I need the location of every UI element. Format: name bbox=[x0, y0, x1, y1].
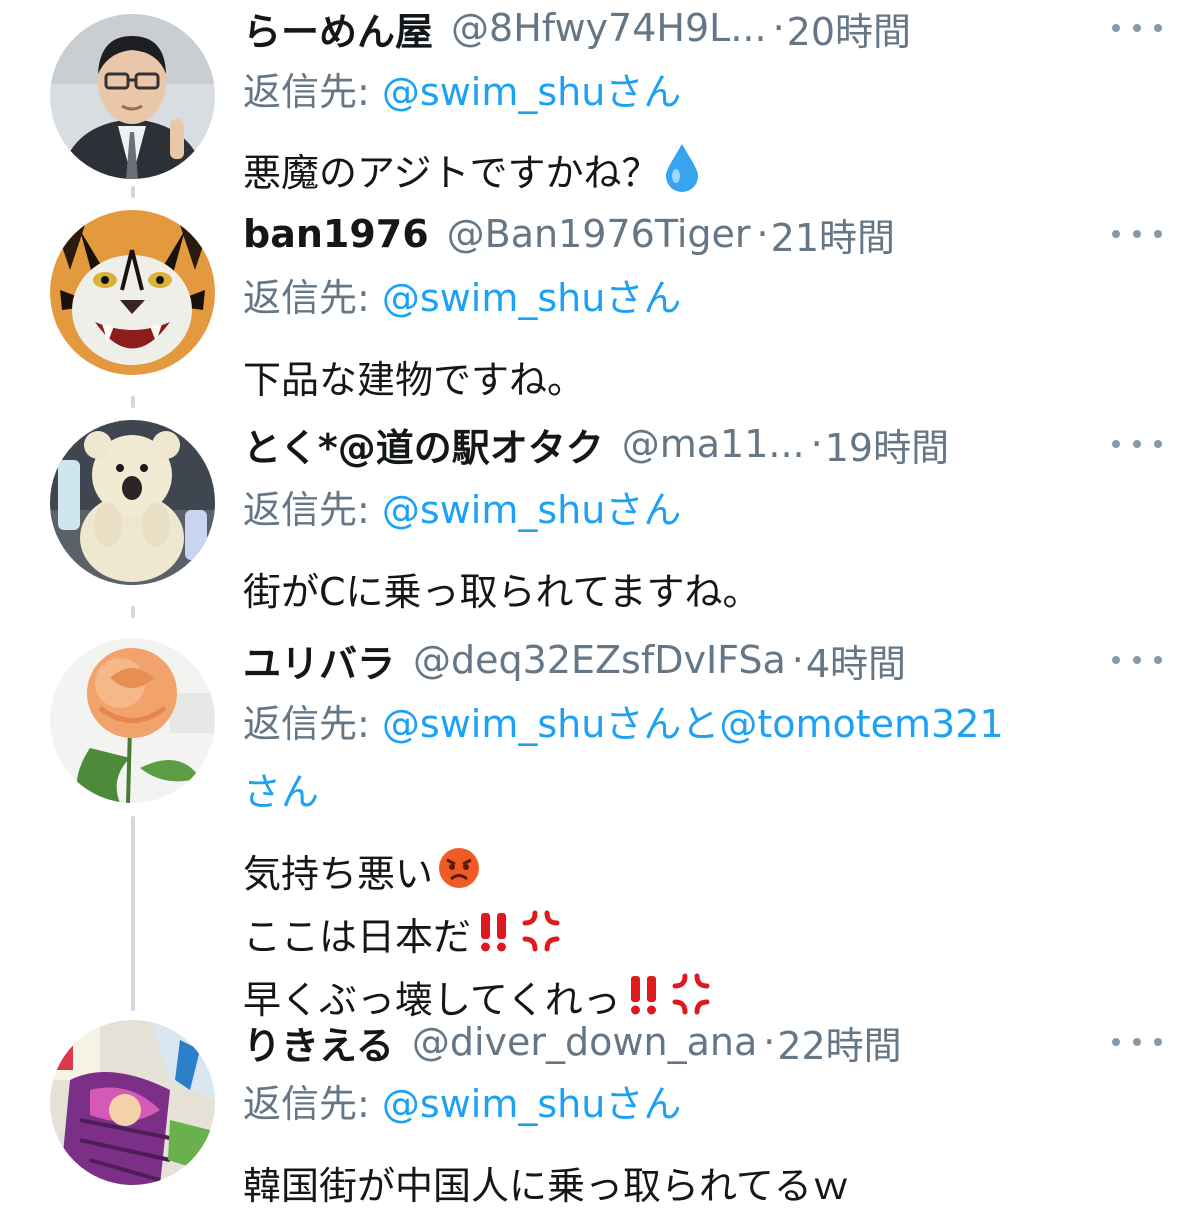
tweet-header: りきえる @diver_down_ana · 22時間 bbox=[243, 1014, 1070, 1070]
reply-to-line: 返信先: @swim_shuさん bbox=[243, 58, 1180, 126]
user-handle[interactable]: @diver_down_ana bbox=[412, 1020, 757, 1064]
thread-line bbox=[131, 816, 135, 1011]
thread-line bbox=[131, 606, 135, 618]
reply-to-line: 返信先: @swim_shuさん bbox=[243, 476, 1180, 544]
user-handle[interactable]: @8Hfwy74H9L... bbox=[451, 6, 767, 50]
display-name[interactable]: とく*@道の駅オタク bbox=[243, 417, 604, 472]
droplet-icon bbox=[663, 142, 701, 209]
tiger-avatar bbox=[50, 210, 215, 375]
reply-mention-link[interactable]: @swim_shuさんと@tomotem321 bbox=[382, 702, 1004, 746]
tweet-text: 街がCに乗っ取られてますね。 bbox=[243, 562, 1160, 622]
tweet-text: 韓国街が中国人に乗っ取られてるｗ bbox=[243, 1156, 1160, 1216]
avatar[interactable] bbox=[50, 638, 215, 803]
tweet-text: 悪魔のアジトですかね？ bbox=[243, 142, 1160, 209]
reply-prefix: 返信先: bbox=[243, 276, 370, 320]
reply-mention-link[interactable]: @swim_shuさん bbox=[382, 1082, 681, 1126]
user-handle[interactable]: @Ban1976Tiger bbox=[447, 212, 751, 256]
reply-prefix: 返信先: bbox=[243, 488, 370, 532]
tweet-body: 韓国街が中国人に乗っ取られてるｗ bbox=[243, 1164, 850, 1208]
separator: · bbox=[763, 1020, 776, 1064]
manga-art-avatar bbox=[50, 1020, 215, 1185]
tweet-body: 下品な建物ですね。 bbox=[243, 358, 586, 402]
anger-symbol-icon bbox=[519, 909, 563, 970]
man-portrait-avatar bbox=[50, 14, 215, 179]
separator: · bbox=[810, 422, 823, 466]
reply-prefix: 返信先: bbox=[243, 702, 370, 746]
more-options-icon[interactable] bbox=[1112, 426, 1162, 462]
reply-prefix: 返信先: bbox=[243, 70, 370, 114]
tweet-body: 街がCに乗っ取られてますね。 bbox=[243, 570, 761, 614]
tweet-body: 悪魔のアジトですかね？ bbox=[243, 151, 660, 195]
reply-mention-link[interactable]: @swim_shuさん bbox=[382, 70, 681, 114]
teddy-bear-avatar bbox=[50, 420, 215, 585]
angry-face-icon bbox=[437, 846, 481, 907]
reply-mention-link-continued[interactable]: さん bbox=[243, 770, 319, 814]
tweet-header: とく*@道の駅オタク @ma11... · 19時間 bbox=[243, 416, 1070, 472]
more-options-icon[interactable] bbox=[1112, 1024, 1162, 1060]
reply-to-line: 返信先: @swim_shuさん bbox=[243, 1070, 1180, 1138]
tweet-text: 気持ち悪い ここは日本だ 早くぶっ壊してくれっ bbox=[243, 844, 1160, 1033]
separator: · bbox=[756, 212, 769, 256]
tweet-text: 下品な建物ですね。 bbox=[243, 350, 1160, 410]
user-handle[interactable]: @deq32EZsfDvIFSa bbox=[413, 638, 786, 682]
more-options-icon[interactable] bbox=[1112, 216, 1162, 252]
reply-prefix: 返信先: bbox=[243, 1082, 370, 1126]
avatar[interactable] bbox=[50, 210, 215, 375]
reply-to-line: 返信先: @swim_shuさんと@tomotem321 さん bbox=[243, 690, 1180, 826]
reply-mention-link[interactable]: @swim_shuさん bbox=[382, 488, 681, 532]
thread-line bbox=[131, 186, 135, 198]
user-handle[interactable]: @ma11... bbox=[622, 422, 805, 466]
timestamp[interactable]: 20時間 bbox=[787, 1, 911, 56]
more-options-icon[interactable] bbox=[1112, 10, 1162, 46]
rose-avatar bbox=[50, 638, 215, 803]
display-name[interactable]: ユリバラ bbox=[243, 633, 395, 688]
avatar[interactable] bbox=[50, 14, 215, 179]
more-options-icon[interactable] bbox=[1112, 642, 1162, 678]
display-name[interactable]: らーめん屋 bbox=[243, 1, 433, 56]
tweet-header: らーめん屋 @8Hfwy74H9L... · 20時間 bbox=[243, 0, 1070, 56]
timestamp[interactable]: 21時間 bbox=[771, 207, 895, 262]
tweet-header: ユリバラ @deq32EZsfDvIFSa · 4時間 bbox=[243, 632, 1070, 688]
timestamp[interactable]: 22時間 bbox=[777, 1015, 901, 1070]
display-name[interactable]: りきえる bbox=[243, 1015, 394, 1070]
avatar[interactable] bbox=[50, 1020, 215, 1185]
tweet-body-line-2: ここは日本だ bbox=[243, 915, 472, 959]
tweet-body-line-1: 気持ち悪い bbox=[243, 852, 434, 896]
separator: · bbox=[791, 638, 804, 682]
tweet-header: ban1976 @Ban1976Tiger · 21時間 bbox=[243, 206, 1070, 262]
display-name[interactable]: ban1976 bbox=[243, 212, 429, 256]
separator: · bbox=[772, 6, 785, 50]
reply-mention-link[interactable]: @swim_shuさん bbox=[382, 276, 681, 320]
thread-line bbox=[131, 396, 135, 408]
double-exclamation-icon bbox=[475, 909, 515, 970]
timestamp[interactable]: 4時間 bbox=[806, 633, 906, 688]
reply-to-line: 返信先: @swim_shuさん bbox=[243, 264, 1180, 332]
avatar[interactable] bbox=[50, 420, 215, 585]
timestamp[interactable]: 19時間 bbox=[825, 417, 949, 472]
